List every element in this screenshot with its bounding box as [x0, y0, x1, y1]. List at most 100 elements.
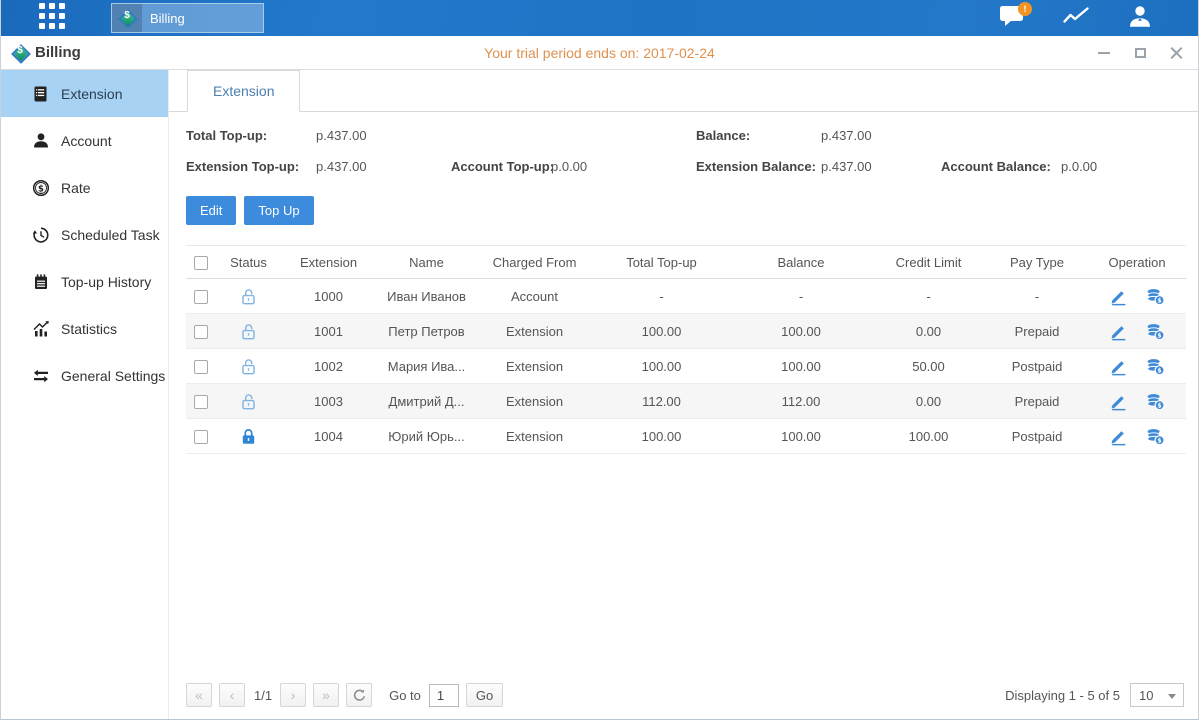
col-total-topup: Total Top-up — [592, 246, 731, 279]
account-icon — [32, 132, 50, 150]
page-size-select[interactable]: 10 — [1130, 683, 1184, 707]
sidebar-item-account[interactable]: Account — [1, 117, 168, 164]
topup-icon[interactable]: $ — [1146, 427, 1165, 446]
extension-balance-value: p.437.00 — [821, 159, 872, 174]
first-page-button[interactable]: « — [186, 683, 212, 707]
unlocked-icon — [239, 287, 258, 302]
app-launcher-button[interactable] — [35, 5, 69, 31]
extension-balance-label: Extension Balance: — [696, 159, 816, 174]
general-settings-icon — [32, 367, 50, 385]
minimize-button[interactable] — [1096, 45, 1112, 61]
row-checkbox[interactable] — [194, 395, 208, 409]
table-row: 1004 Юрий Юрь... Extension 100.00 100.00… — [186, 419, 1186, 454]
row-checkbox[interactable] — [194, 360, 208, 374]
app-grid-icon — [38, 2, 66, 35]
extension-icon — [32, 85, 50, 103]
next-page-button[interactable]: › — [280, 683, 306, 707]
goto-page-input[interactable] — [429, 684, 459, 707]
edit-icon[interactable] — [1109, 322, 1128, 341]
page-indicator: 1/1 — [254, 688, 272, 703]
account-topup-value: p.0.00 — [551, 159, 587, 174]
account-balance-value: p.0.00 — [1061, 159, 1097, 174]
pagination-bar: « ‹ 1/1 › » Go to Go Displaying 1 - 5 of… — [186, 677, 1184, 713]
balance-summary: Total Top-up: p.437.00 Balance: p.437.00… — [186, 128, 1198, 190]
billing-diamond-icon — [11, 44, 29, 62]
messages-button[interactable]: ! — [998, 5, 1026, 31]
taskbar-tab-label: Billing — [150, 11, 185, 26]
sidebar-item-general-settings[interactable]: General Settings — [1, 352, 168, 399]
col-operation: Operation — [1088, 246, 1186, 279]
row-checkbox[interactable] — [194, 430, 208, 444]
tab-extension[interactable]: Extension — [187, 70, 300, 112]
extension-table: Status Extension Name Charged From Total… — [186, 245, 1186, 454]
topup-icon[interactable]: $ — [1146, 357, 1165, 376]
page-size-value: 10 — [1139, 688, 1153, 703]
resource-monitor-icon — [1063, 6, 1089, 31]
balance-label: Balance: — [696, 128, 750, 143]
refresh-icon — [352, 688, 367, 703]
table-row: 1003 Дмитрий Д... Extension 112.00 112.0… — [186, 384, 1186, 419]
topup-icon[interactable]: $ — [1146, 287, 1165, 306]
maximize-icon — [1135, 48, 1146, 58]
select-all-cell — [186, 246, 216, 279]
account-topup-label: Account Top-up: — [451, 159, 554, 174]
topup-history-icon — [32, 273, 50, 291]
taskbar-tab-billing[interactable]: Billing — [111, 3, 264, 33]
total-topup-value: p.437.00 — [316, 128, 367, 143]
billing-app-window: Billing ! Billing — [0, 0, 1199, 720]
user-icon — [1128, 5, 1152, 32]
table-row: 1000 Иван Иванов Account - - - - $ — [186, 279, 1186, 314]
window-titlebar: Billing Your trial period ends on: 2017-… — [1, 36, 1198, 70]
svg-text:$: $ — [1157, 367, 1161, 374]
user-account-button[interactable] — [1126, 5, 1154, 31]
col-name: Name — [376, 246, 477, 279]
resource-monitor-button[interactable] — [1062, 5, 1090, 31]
edit-icon[interactable] — [1109, 392, 1128, 411]
row-checkbox[interactable] — [194, 325, 208, 339]
topup-icon[interactable]: $ — [1146, 322, 1165, 341]
prev-page-button[interactable]: ‹ — [219, 683, 245, 707]
row-checkbox[interactable] — [194, 290, 208, 304]
unlocked-icon — [239, 357, 258, 372]
trial-notice: Your trial period ends on: 2017-02-24 — [1, 45, 1198, 61]
edit-icon[interactable] — [1109, 287, 1128, 306]
statistics-icon — [32, 320, 50, 338]
close-button[interactable] — [1168, 45, 1184, 61]
edit-icon[interactable] — [1109, 427, 1128, 446]
select-all-checkbox[interactable] — [194, 256, 208, 270]
table-header-row: Status Extension Name Charged From Total… — [186, 246, 1186, 279]
maximize-button[interactable] — [1132, 45, 1148, 61]
close-icon — [1170, 46, 1183, 59]
col-charged-from: Charged From — [477, 246, 592, 279]
displaying-text: Displaying 1 - 5 of 5 — [1005, 688, 1120, 703]
top-up-button[interactable]: Top Up — [244, 196, 313, 225]
svg-text:$: $ — [1157, 297, 1161, 304]
account-balance-label: Account Balance: — [941, 159, 1051, 174]
main-content: Extension Total Top-up: p.437.00 Balance… — [169, 70, 1198, 719]
sidebar-item-rate[interactable]: $ Rate — [1, 164, 168, 211]
refresh-button[interactable] — [346, 683, 372, 707]
last-page-button[interactable]: » — [313, 683, 339, 707]
window-title: Billing — [11, 44, 81, 62]
notification-badge: ! — [1018, 2, 1032, 16]
svg-text:$: $ — [1157, 402, 1161, 409]
topup-icon[interactable]: $ — [1146, 392, 1165, 411]
table-row: 1002 Мария Ива... Extension 100.00 100.0… — [186, 349, 1186, 384]
col-extension: Extension — [281, 246, 376, 279]
go-button[interactable]: Go — [466, 683, 503, 707]
extension-topup-value: p.437.00 — [316, 159, 367, 174]
svg-text:$: $ — [38, 184, 44, 194]
sidebar-item-statistics[interactable]: Statistics — [1, 305, 168, 352]
sidebar-item-scheduled-task[interactable]: Scheduled Task — [1, 211, 168, 258]
rate-icon: $ — [32, 179, 50, 197]
edit-button[interactable]: Edit — [186, 196, 236, 225]
sidebar-item-top-up-history[interactable]: Top-up History — [1, 258, 168, 305]
goto-label: Go to — [389, 688, 421, 703]
edit-icon[interactable] — [1109, 357, 1128, 376]
extension-topup-label: Extension Top-up: — [186, 159, 299, 174]
unlocked-icon — [239, 392, 258, 407]
col-credit-limit: Credit Limit — [871, 246, 986, 279]
svg-text:$: $ — [1157, 332, 1161, 339]
sidebar-item-extension[interactable]: Extension — [1, 70, 168, 117]
minimize-icon — [1098, 52, 1110, 54]
